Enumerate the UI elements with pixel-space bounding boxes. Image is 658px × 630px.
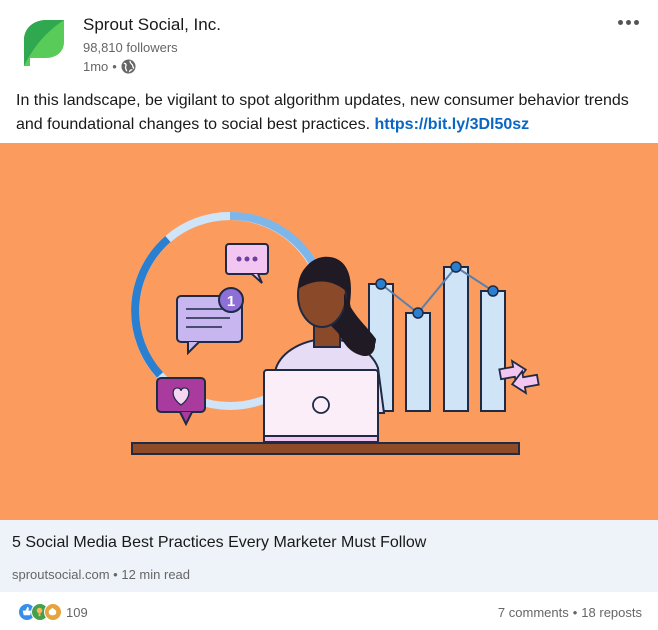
article-card[interactable]: 5 Social Media Best Practices Every Mark… — [0, 520, 658, 592]
post-text: In this landscape, be vigilant to spot a… — [16, 92, 629, 133]
feed-post: Sprout Social, Inc. 98,810 followers 1mo… — [0, 0, 658, 630]
post-commentary: In this landscape, be vigilant to spot a… — [16, 89, 642, 137]
support-reaction-icon — [44, 603, 62, 621]
post-link[interactable]: https://bit.ly/3Dl50sz — [374, 116, 529, 133]
social-counts-bar: 109 7 comments • 18 reposts — [0, 598, 658, 628]
follower-count: 98,810 followers — [83, 40, 178, 55]
counts-separator: • — [572, 605, 578, 620]
post-meta: 1mo • — [83, 59, 136, 74]
comment-repost-counts: 7 comments • 18 reposts — [498, 605, 642, 620]
article-domain: sproutsocial.com — [12, 567, 110, 582]
post-header: Sprout Social, Inc. 98,810 followers 1mo… — [16, 10, 646, 80]
reposts-count[interactable]: 18 reposts — [581, 605, 642, 620]
article-source-line: sproutsocial.com • 12 min read — [12, 567, 190, 582]
author-name[interactable]: Sprout Social, Inc. — [83, 15, 221, 35]
article-title[interactable]: 5 Social Media Best Practices Every Mark… — [12, 534, 426, 552]
reaction-count[interactable]: 109 — [66, 605, 88, 620]
illustration-woman-laptop-analytics: 1 — [131, 211, 540, 455]
globe-icon — [121, 59, 136, 74]
more-options-icon — [617, 19, 623, 25]
meta-separator: • — [112, 59, 117, 74]
article-separator: • — [113, 567, 118, 582]
article-image[interactable]: 1 — [0, 143, 658, 520]
post-time: 1mo — [83, 59, 109, 74]
reactions-summary[interactable]: 109 — [18, 603, 88, 621]
more-options-button[interactable] — [612, 10, 644, 34]
sprout-leaf-logo[interactable] — [24, 18, 64, 66]
comments-count[interactable]: 7 comments — [498, 605, 569, 620]
article-read-time: 12 min read — [121, 567, 191, 582]
svg-text:1: 1 — [227, 293, 235, 310]
